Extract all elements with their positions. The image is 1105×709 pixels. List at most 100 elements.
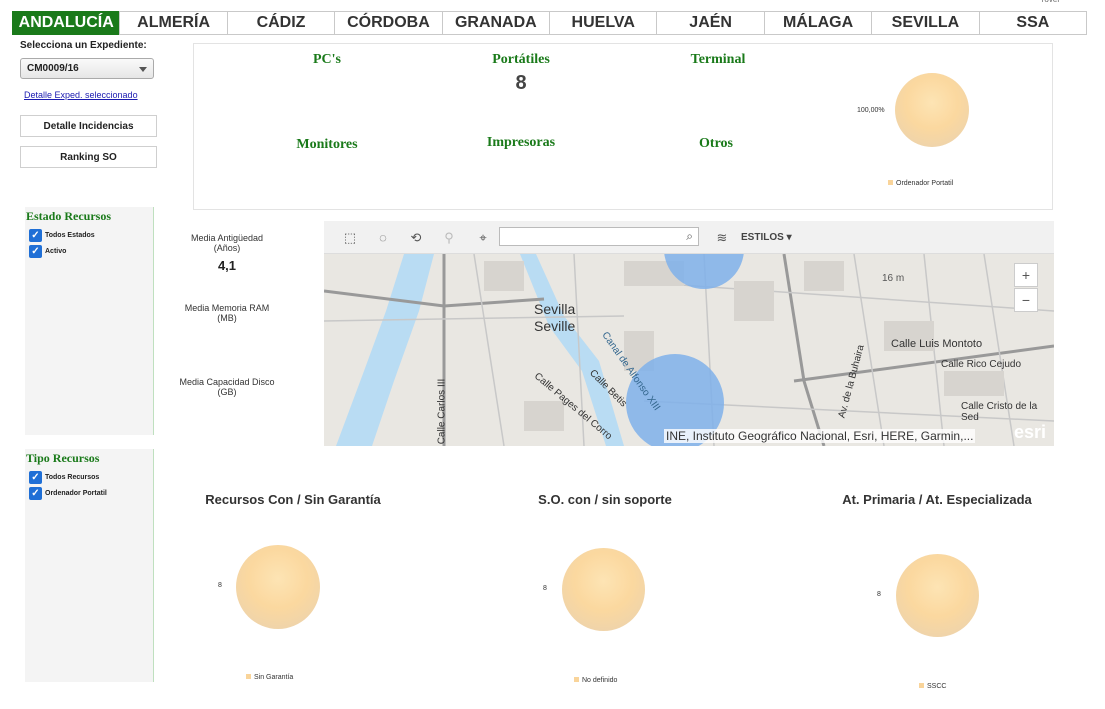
checkbox-label: Activo: [45, 248, 67, 255]
atencion-legend: SSCC: [919, 683, 946, 690]
media-antiguedad-unit: (Años): [213, 243, 241, 253]
soporte-pie-value: 8: [543, 585, 547, 592]
legend-swatch: [574, 677, 579, 682]
checkbox-label: Ordenador Portatil: [45, 490, 107, 497]
map-view[interactable]: ⬚ ◌ ⟲ ⚲ ⌖ ⌕ ≋ ESTILOS ▾ Sevilla Seville …: [324, 221, 1054, 446]
legend-swatch: [888, 180, 893, 185]
tipo-checkbox-portatil[interactable]: ✓ Ordenador Portatil: [29, 487, 153, 500]
zoom-in-button[interactable]: +: [1014, 263, 1038, 287]
chevron-down-icon: [139, 67, 147, 72]
media-disco-unit: (GB): [217, 387, 237, 397]
resource-summary-panel: PC's Portátiles 8 Terminal Monitores Imp…: [193, 43, 1053, 210]
soporte-legend: No definido: [574, 677, 617, 684]
rectangle-select-icon[interactable]: ⬚: [342, 230, 358, 246]
map-street-label: Calle Cristo de la Sed: [961, 401, 1038, 423]
estado-recursos-panel: Estado Recursos ✓ Todos Estados ✓ Activo: [25, 207, 154, 435]
legend-swatch: [246, 674, 251, 679]
tab-granada[interactable]: GRANADA: [441, 11, 551, 35]
lasso-select-icon[interactable]: ⟲: [408, 230, 424, 246]
media-antiguedad-value: 4,1: [217, 258, 237, 273]
atencion-pie-value: 8: [877, 591, 881, 598]
soporte-pie: [562, 548, 645, 631]
tipo-recursos-title: Tipo Recursos: [26, 451, 100, 465]
checkbox-label: Todos Recursos: [45, 474, 100, 481]
layers-icon[interactable]: ≋: [714, 230, 730, 246]
map-attribution: INE, Instituto Geográfico Nacional, Esri…: [664, 429, 976, 443]
map-search-input[interactable]: ⌕: [499, 227, 699, 246]
stat-pcs: PC's: [313, 52, 341, 67]
tab-cadiz[interactable]: CÁDIZ: [226, 11, 336, 35]
stat-impresoras: Impresoras: [486, 135, 556, 150]
zoom-out-button[interactable]: −: [1014, 288, 1038, 312]
media-antiguedad-label: Media Antigüedad (Años): [172, 233, 282, 253]
garantia-legend-label: Sin Garantía: [254, 674, 294, 681]
expediente-value: CM0009/16: [27, 63, 79, 74]
pie-percent-label: 100,00%: [857, 107, 885, 114]
corner-text: rover: [1042, 0, 1060, 4]
stat-monitores: Monitores: [296, 137, 358, 152]
stat-portatiles: Portátiles: [492, 52, 550, 67]
check-icon: ✓: [29, 229, 42, 242]
tab-sevilla[interactable]: SEVILLA: [871, 11, 980, 35]
media-memoria-label: Media Memoria RAM (MB): [172, 303, 282, 323]
tipo-recursos-panel: Tipo Recursos ✓ Todos Recursos ✓ Ordenad…: [25, 449, 154, 682]
map-street-label: Calle Luis Montoto: [891, 338, 983, 350]
media-disco-title: Media Capacidad Disco: [179, 377, 275, 387]
check-icon: ✓: [29, 471, 42, 484]
check-icon: ✓: [29, 487, 42, 500]
tab-malaga[interactable]: MÁLAGA: [763, 11, 873, 35]
tab-jaen[interactable]: JAÉN: [656, 11, 765, 35]
map-toolbar: ⬚ ◌ ⟲ ⚲ ⌖ ⌕ ≋ ESTILOS ▾: [324, 221, 1054, 254]
media-disco-label: Media Capacidad Disco (GB): [172, 377, 282, 397]
estilos-label: ESTILOS: [741, 232, 784, 243]
estado-checkbox-todos[interactable]: ✓ Todos Estados: [29, 229, 153, 242]
resource-type-pie: [895, 73, 969, 147]
pie-legend: Ordenador Portatil: [888, 180, 953, 187]
expediente-label: Selecciona un Expediente:: [20, 40, 147, 51]
circle-select-icon[interactable]: ◌: [375, 230, 391, 246]
pie-legend-label: Ordenador Portatil: [896, 180, 954, 187]
stat-portatiles-value: 8: [515, 72, 527, 94]
garantia-pie: [236, 545, 320, 629]
checkbox-label: Todos Estados: [45, 232, 95, 239]
estilos-dropdown[interactable]: ESTILOS ▾: [741, 232, 792, 243]
map-elevation-label: 16 m: [882, 273, 905, 284]
tab-ssa[interactable]: SSA: [978, 11, 1088, 35]
stat-otros: Otros: [699, 136, 733, 151]
map-street-label: Calle Carlos III: [436, 378, 448, 445]
estado-recursos-title: Estado Recursos: [26, 209, 112, 223]
stat-terminal: Terminal: [690, 52, 746, 67]
detalle-incidencias-button[interactable]: Detalle Incidencias: [20, 115, 157, 137]
atencion-pie: [896, 554, 979, 637]
chart-title-soporte: S.O. con / sin soporte: [538, 492, 672, 507]
region-tabs: ANDALUCÍA ALMERÍA CÁDIZ CÓRDOBA GRANADA …: [12, 11, 1088, 35]
ranking-so-button[interactable]: Ranking SO: [20, 146, 157, 168]
search-location-icon[interactable]: ⌖: [475, 230, 491, 246]
esri-logo: esri: [1013, 422, 1046, 442]
garantia-pie-value: 8: [218, 582, 222, 589]
chart-title-atencion: At. Primaria / At. Especializada: [842, 492, 1032, 507]
soporte-legend-label: No definido: [582, 677, 618, 684]
clear-selection-icon[interactable]: ⚲: [441, 230, 457, 246]
tipo-checkbox-todos[interactable]: ✓ Todos Recursos: [29, 471, 153, 484]
media-antiguedad-title: Media Antigüedad: [190, 233, 264, 243]
map-city-name-en: Seville: [534, 318, 576, 334]
media-memoria-unit: (MB): [217, 313, 237, 323]
check-icon: ✓: [29, 245, 42, 258]
map-city-label: Sevilla Seville: [534, 301, 575, 335]
search-icon: ⌕: [686, 229, 693, 243]
expediente-select[interactable]: CM0009/16: [20, 58, 154, 79]
atencion-legend-label: SSCC: [927, 683, 947, 690]
detalle-exped-link[interactable]: Detalle Exped. seleccionado: [24, 90, 138, 100]
garantia-legend: Sin Garantía: [246, 674, 293, 681]
tab-cordoba[interactable]: CÓRDOBA: [334, 11, 443, 35]
tab-huelva[interactable]: HUELVA: [549, 11, 658, 35]
tab-andalucia[interactable]: ANDALUCÍA: [12, 11, 121, 35]
map-canvas: [324, 221, 1054, 446]
tab-almeria[interactable]: ALMERÍA: [119, 11, 228, 35]
legend-swatch: [919, 683, 924, 688]
media-memoria-title: Media Memoria RAM: [184, 303, 270, 313]
map-street-label: Calle Rico Cejudo: [941, 359, 1022, 370]
estado-checkbox-activo[interactable]: ✓ Activo: [29, 245, 153, 258]
chart-title-garantia: Recursos Con / Sin Garantía: [205, 492, 381, 507]
